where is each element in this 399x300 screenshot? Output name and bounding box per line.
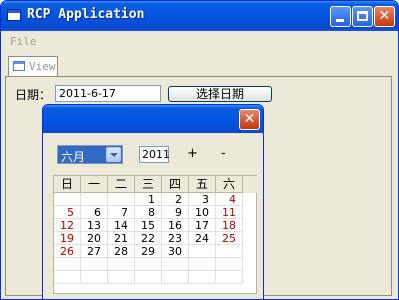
weekday-label: 一	[81, 176, 108, 193]
calendar-day[interactable]: 21	[108, 232, 135, 245]
calendar-day[interactable]: 2	[162, 193, 189, 206]
weekday-label: 三	[135, 176, 162, 193]
calendar-day[interactable]: 3	[189, 193, 216, 206]
dialog-title-bar[interactable]: ✕	[43, 105, 263, 133]
calendar-empty-cell	[216, 271, 243, 284]
calendar-day[interactable]: 8	[135, 206, 162, 219]
calendar-day[interactable]: 14	[108, 219, 135, 232]
next-year-button[interactable]: +	[187, 146, 198, 161]
chevron-down-icon[interactable]	[106, 147, 121, 162]
dialog-close-button[interactable]: ✕	[239, 109, 260, 130]
calendar-day[interactable]: 1	[135, 193, 162, 206]
calendar-empty-cell	[162, 258, 189, 271]
calendar-day[interactable]: 23	[162, 232, 189, 245]
calendar-empty-cell	[162, 271, 189, 284]
calendar-empty-cell	[108, 193, 135, 206]
calendar-day[interactable]: 19	[54, 232, 81, 245]
calendar-day[interactable]: 4	[216, 193, 243, 206]
calendar-day[interactable]: 27	[81, 245, 108, 258]
tab-view-label: View	[29, 60, 56, 73]
calendar-empty-cell	[216, 258, 243, 271]
close-button[interactable]: ✕	[374, 6, 395, 27]
calendar-day[interactable]: 7	[108, 206, 135, 219]
calendar-day[interactable]: 5	[54, 206, 81, 219]
window-title: RCP Application	[27, 7, 145, 22]
pick-date-button[interactable]: 选择日期	[168, 86, 272, 102]
date-label: 日期：	[15, 88, 52, 102]
maximize-button[interactable]	[352, 6, 373, 27]
minimize-button[interactable]	[330, 6, 351, 27]
date-picker-dialog: ✕ 六月 2011 + - 日一二三四五六 1 2 3 4 5 6 7 8 9 10 11 12 13 1…	[42, 104, 264, 300]
calendar-empty-cell	[108, 258, 135, 271]
view-icon	[13, 61, 25, 71]
calendar-empty-cell	[54, 258, 81, 271]
calendar-day[interactable]: 18	[216, 219, 243, 232]
calendar-empty-cell	[81, 271, 108, 284]
calendar-day[interactable]: 26	[54, 245, 81, 258]
prev-year-button[interactable]: -	[221, 146, 226, 161]
year-input[interactable]: 2011	[139, 146, 170, 163]
weekday-label: 六	[216, 176, 243, 193]
calendar-day[interactable]: 20	[81, 232, 108, 245]
calendar-day[interactable]: 12	[54, 219, 81, 232]
weekday-label: 四	[162, 176, 189, 193]
window-icon	[7, 9, 21, 21]
calendar-empty-cell	[189, 245, 216, 258]
calendar-empty-cell	[189, 258, 216, 271]
calendar-day[interactable]: 11	[216, 206, 243, 219]
calendar-empty-cell	[189, 271, 216, 284]
calendar-grid: 日一二三四五六 1 2 3 4 5 6 7 8 9 10 11 12 13 14 15 16 17 18 19 20 2…	[53, 175, 257, 294]
month-select[interactable]: 六月	[57, 145, 123, 164]
calendar-empty-cell	[54, 193, 81, 206]
calendar-day[interactable]: 15	[135, 219, 162, 232]
calendar-empty-cell	[135, 271, 162, 284]
calendar-day[interactable]: 9	[162, 206, 189, 219]
tab-view[interactable]: View	[8, 56, 58, 76]
calendar-empty-cell	[135, 258, 162, 271]
close-icon: ✕	[378, 8, 391, 24]
maximize-icon	[357, 11, 368, 21]
month-value: 六月	[61, 150, 86, 164]
calendar-day[interactable]: 16	[162, 219, 189, 232]
calendar-empty-cell	[81, 258, 108, 271]
calendar-day[interactable]: 30	[162, 245, 189, 258]
calendar-day[interactable]: 17	[189, 219, 216, 232]
menu-bar: File	[1, 31, 398, 51]
weekday-label: 日	[54, 176, 81, 193]
title-bar[interactable]: RCP Application ✕	[1, 1, 398, 31]
calendar-day[interactable]: 29	[135, 245, 162, 258]
weekday-label: 五	[189, 176, 216, 193]
calendar-empty-cell	[216, 245, 243, 258]
calendar-empty-cell	[54, 271, 81, 284]
calendar-day[interactable]: 6	[81, 206, 108, 219]
date-input[interactable]: 2011-6-17	[55, 85, 161, 102]
calendar-day[interactable]: 25	[216, 232, 243, 245]
weekday-label: 二	[108, 176, 135, 193]
menu-file[interactable]: File	[10, 35, 37, 48]
calendar-day[interactable]: 10	[189, 206, 216, 219]
minimize-icon	[336, 19, 344, 22]
calendar-empty-cell	[108, 271, 135, 284]
calendar-empty-cell	[81, 193, 108, 206]
weekday-header: 日一二三四五六	[54, 176, 257, 193]
calendar-day[interactable]: 24	[189, 232, 216, 245]
close-icon: ✕	[243, 111, 256, 127]
calendar-day[interactable]: 13	[81, 219, 108, 232]
calendar-day[interactable]: 22	[135, 232, 162, 245]
calendar-day[interactable]: 28	[108, 245, 135, 258]
